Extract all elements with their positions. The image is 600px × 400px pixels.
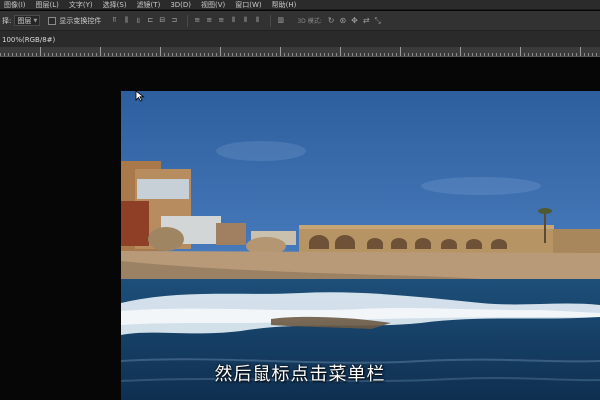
align-vcenter-icon[interactable]: ⫼ [123,17,129,24]
distribute-left-icon[interactable]: ⦀ [230,17,236,24]
auto-align-icon[interactable]: ▥ [277,17,284,24]
ruler-tick [40,47,41,56]
scale-3d-icon[interactable]: ⤡ [375,16,381,26]
menu-layer[interactable]: 图层(L) [36,0,59,9]
show-transform-controls[interactable]: 显示变换控件 [48,16,101,26]
auto-select-label: 择: [2,16,12,25]
menu-image[interactable]: 图像(I) [4,0,26,9]
chevron-down-icon: ▼ [33,17,38,24]
align-bottom-icon[interactable]: ⫫ [135,17,141,24]
divider [187,14,189,27]
auto-select-value: 图层 [17,16,32,25]
align-right-icon[interactable]: ⊐ [171,17,177,24]
distribute-buttons: ≡ ≡ ≡ ⦀ ⦀ ⦀ [194,17,260,24]
show-transform-label: 显示变换控件 [59,16,102,25]
show-transform-checkbox[interactable] [48,16,57,25]
ruler-tick [400,47,401,56]
ruler-tick [340,47,341,56]
align-hcenter-icon[interactable]: ⊟ [159,17,165,24]
distribute-hcenter-icon[interactable]: ⦀ [242,17,248,24]
divider [270,14,272,27]
ruler-tick [160,47,161,56]
seaside-photo [121,91,600,400]
canvas-image[interactable] [121,91,600,400]
distribute-right-icon[interactable]: ⦀ [254,17,260,24]
align-top-icon[interactable]: ⫪ [111,17,117,24]
auto-select-dropdown[interactable]: 图层 ▼ [14,15,41,26]
ruler-tick [580,47,581,56]
menu-window[interactable]: 窗口(W) [235,0,261,9]
menu-filter[interactable]: 滤镜(T) [137,0,161,9]
ruler-tick [460,47,461,56]
distribute-bottom-icon[interactable]: ≡ [218,17,224,24]
align-left-icon[interactable]: ⊏ [147,17,153,24]
mouse-cursor-icon [135,90,145,102]
roll-3d-icon[interactable]: ⊛ [339,16,346,25]
ruler-tick [280,47,281,56]
mode-3d-label: 3D 模式: [297,18,322,25]
options-bar: 择: 图层 ▼ 显示变换控件 ⫪ ⫼ ⫫ ⊏ ⊟ ⊐ ≡ ≡ ≡ ⦀ ⦀ ⦀ ▥… [0,11,600,31]
pan-3d-icon[interactable]: ✥ [351,16,358,25]
document-tab-bar: 100%(RGB/8#) [0,31,600,47]
slide-3d-icon[interactable]: ⇄ [363,16,370,25]
ruler-tick [520,47,521,56]
distribute-vcenter-icon[interactable]: ≡ [206,17,212,24]
video-subtitle: 然后鼠标点击菜单栏 [214,364,386,385]
align-buttons: ⫪ ⫼ ⫫ ⊏ ⊟ ⊐ [111,17,177,24]
horizontal-ruler[interactable] [0,47,600,57]
menu-help[interactable]: 帮助(H) [272,0,297,9]
menu-type[interactable]: 文字(Y) [69,0,93,9]
menu-view[interactable]: 视图(V) [201,0,225,9]
menu-select[interactable]: 选择(S) [103,0,127,9]
distribute-top-icon[interactable]: ≡ [194,17,200,24]
canvas-area[interactable] [0,57,600,400]
ruler-tick [100,47,101,56]
menu-3d[interactable]: 3D(D) [170,0,191,9]
menu-bar: 图像(I) 图层(L) 文字(Y) 选择(S) 滤镜(T) 3D(D) 视图(V… [0,0,600,10]
ruler-tick [220,47,221,56]
orbit-3d-icon[interactable]: ↻ [328,16,335,25]
document-tab[interactable]: 100%(RGB/8#) [0,33,57,47]
